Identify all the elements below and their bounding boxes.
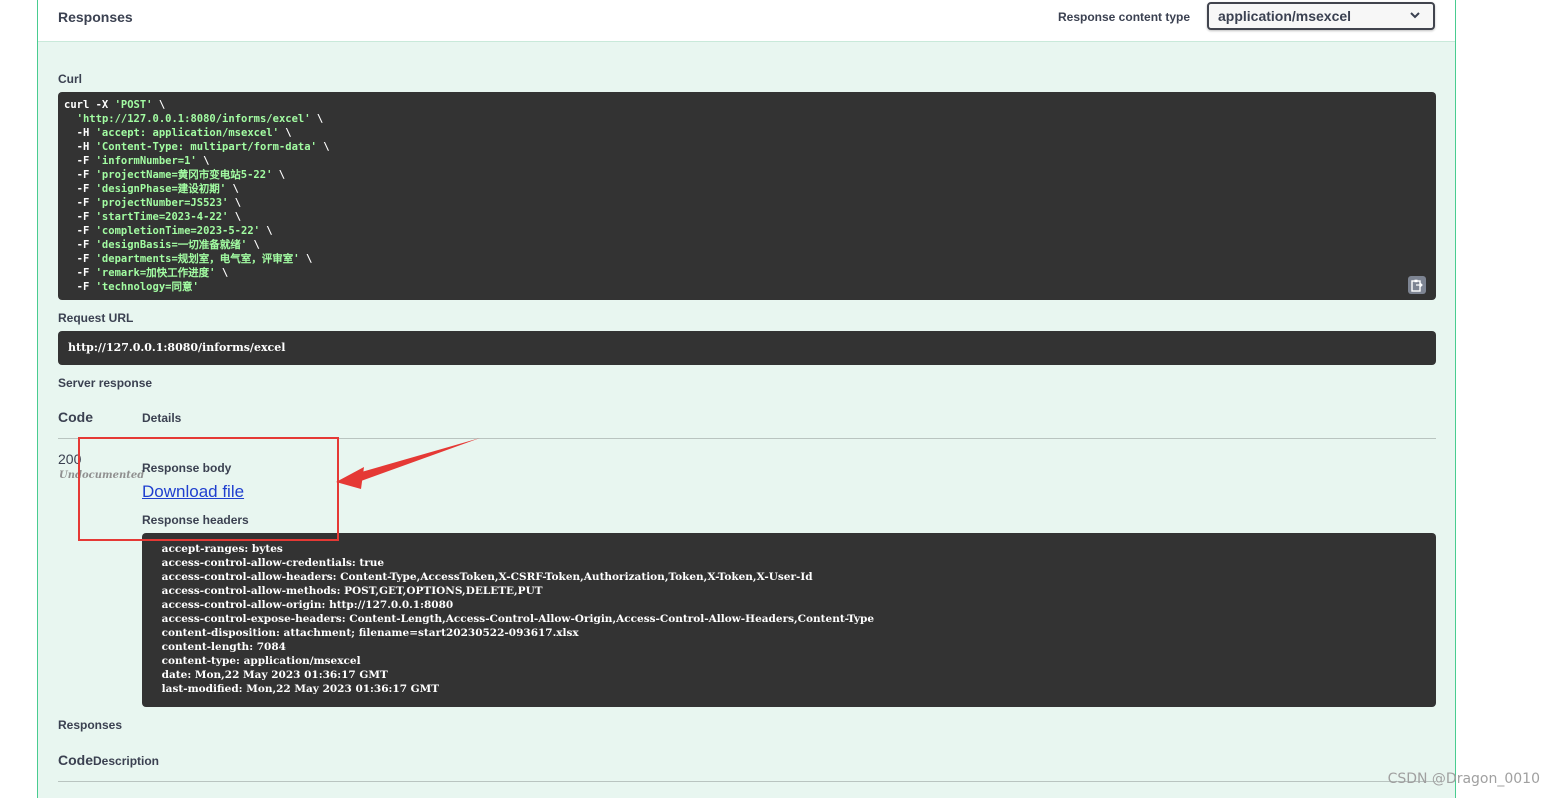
curl-line: -H 'Content-Type: multipart/form-data' \ — [64, 140, 1430, 154]
responses-section-label: Responses — [58, 718, 123, 732]
curl-label: Curl — [58, 72, 82, 86]
curl-token: -F — [64, 155, 96, 167]
curl-token: curl -X — [64, 99, 115, 111]
curl-string: 'designBasis=一切准备就绪' — [95, 239, 248, 251]
responses-title: Responses — [58, 9, 133, 25]
curl-continuation: \ — [278, 127, 292, 139]
curl-line: -F 'completionTime=2023-5-22' \ — [64, 224, 1430, 238]
curl-line: -F 'designPhase=建设初期' \ — [64, 182, 1430, 196]
curl-line: -F 'designBasis=一切准备就绪' \ — [64, 238, 1430, 252]
curl-line: -H 'accept: application/msexcel' \ — [64, 126, 1430, 140]
curl-string: 'departments=规划室，电气室，评审室' — [95, 253, 300, 265]
curl-line: curl -X 'POST' \ — [64, 98, 1430, 112]
curl-line: -F 'projectName=黄冈市变电站5-22' \ — [64, 168, 1430, 182]
copy-to-clipboard-icon — [1411, 279, 1423, 292]
curl-line: -F 'projectNumber=JS523' \ — [64, 196, 1430, 210]
response-header-line: content-length: 7084 — [158, 641, 290, 653]
curl-token: -F — [64, 239, 96, 251]
details-column-header: Details — [142, 411, 182, 425]
curl-line: -F 'informNumber=1' \ — [64, 154, 1430, 168]
response-header-line: accept-ranges: bytes — [158, 543, 287, 555]
curl-token — [64, 113, 77, 125]
responses-code-header: Code — [58, 752, 93, 768]
curl-token: -F — [64, 211, 96, 223]
curl-line: -F 'remark=加快工作进度' \ — [64, 266, 1430, 280]
curl-token: -F — [64, 281, 96, 293]
response-header-line: access-control-allow-origin: http://127.… — [158, 599, 457, 611]
chevron-down-icon — [1410, 12, 1420, 19]
curl-token: -F — [64, 267, 96, 279]
curl-continuation: \ — [152, 99, 166, 111]
curl-string: 'Content-Type: multipart/form-data' — [95, 141, 317, 153]
server-response-label: Server response — [58, 376, 153, 390]
curl-line: 'http://127.0.0.1:8080/informs/excel' \ — [64, 112, 1430, 126]
curl-string: 'POST' — [114, 99, 153, 111]
operation-panel: Responses Response content type applicat… — [37, 0, 1456, 798]
curl-line: -F 'startTime=2023-4-22' \ — [64, 210, 1430, 224]
response-header-line: access-control-allow-methods: POST,GET,O… — [158, 585, 547, 597]
copy-to-clipboard-button[interactable] — [1408, 276, 1426, 294]
response-header-line: content-type: application/msexcel — [158, 655, 365, 667]
curl-token: -F — [64, 183, 96, 195]
curl-continuation: \ — [196, 155, 210, 167]
curl-line: -F 'technology=同意' — [64, 280, 1430, 294]
curl-continuation: \ — [247, 239, 260, 251]
curl-string: 'informNumber=1' — [95, 155, 197, 167]
response-header-line: date: Mon,22 May 2023 01:36:17 GMT — [158, 669, 392, 681]
request-url-value: http://127.0.0.1:8080/informs/excel — [58, 331, 1436, 365]
response-header-line: content-disposition: attachment; filenam… — [158, 627, 583, 639]
curl-string: 'http://127.0.0.1:8080/informs/excel' — [76, 113, 311, 125]
request-url-label: Request URL — [58, 311, 134, 325]
curl-continuation: \ — [228, 197, 242, 209]
curl-continuation: \ — [316, 141, 330, 153]
curl-string: 'remark=加快工作进度' — [95, 267, 216, 279]
response-header-line: access-control-expose-headers: Content-L… — [158, 613, 878, 625]
curl-string: 'startTime=2023-4-22' — [95, 211, 229, 223]
curl-continuation: \ — [310, 113, 324, 125]
watermark: CSDN @Dragon_0010 — [1387, 771, 1540, 787]
curl-string: 'projectNumber=JS523' — [95, 197, 229, 209]
code-column-header: Code — [58, 409, 93, 425]
curl-token: -H — [64, 127, 96, 139]
curl-line: -F 'departments=规划室，电气室，评审室' \ — [64, 252, 1430, 266]
annotation-highlight-box — [78, 437, 339, 541]
content-type-label: Response content type — [1058, 10, 1191, 24]
content-type-value: application/msexcel — [1218, 8, 1352, 24]
curl-token: -F — [64, 253, 96, 265]
curl-string: 'accept: application/msexcel' — [95, 127, 279, 139]
curl-string: 'completionTime=2023-5-22' — [95, 225, 260, 237]
curl-token: -H — [64, 141, 96, 153]
curl-continuation: \ — [215, 267, 229, 279]
responses-table-header: CodeDescription — [58, 752, 159, 768]
curl-continuation: \ — [272, 169, 286, 181]
curl-token: -F — [64, 197, 96, 209]
content-type-select[interactable]: application/msexcel — [1207, 2, 1435, 30]
responses-description-header: Description — [93, 754, 160, 768]
curl-continuation: \ — [226, 183, 239, 195]
response-header-line: access-control-allow-headers: Content-Ty… — [158, 571, 817, 583]
curl-token: -F — [64, 225, 96, 237]
curl-string: 'projectName=黄冈市变电站5-22' — [95, 169, 273, 181]
responses-header: Responses Response content type applicat… — [38, 0, 1455, 42]
responses-divider — [58, 781, 1436, 782]
curl-lines: curl -X 'POST' \ 'http://127.0.0.1:8080/… — [64, 98, 1430, 294]
response-header-line: last-modified: Mon,22 May 2023 01:36:17 … — [158, 683, 443, 695]
curl-continuation: \ — [259, 225, 273, 237]
curl-string: 'designPhase=建设初期' — [95, 183, 227, 195]
curl-continuation: \ — [228, 211, 242, 223]
curl-token: -F — [64, 169, 96, 181]
header-lines: accept-ranges: bytes access-control-allo… — [158, 542, 1420, 696]
curl-continuation: \ — [299, 253, 313, 265]
curl-code-block: curl -X 'POST' \ 'http://127.0.0.1:8080/… — [58, 92, 1436, 300]
response-header-line: access-control-allow-credentials: true — [158, 557, 388, 569]
curl-string: 'technology=同意' — [95, 281, 199, 293]
response-headers-block: accept-ranges: bytes access-control-allo… — [142, 533, 1436, 707]
